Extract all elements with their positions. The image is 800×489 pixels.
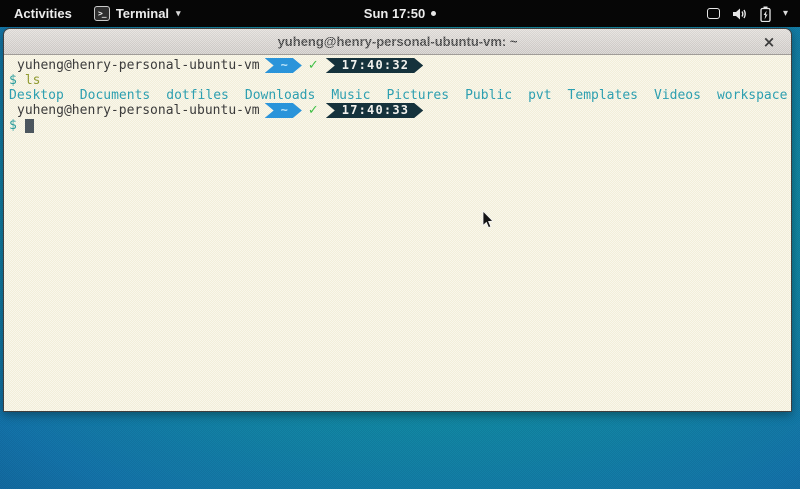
text-cursor <box>25 119 34 133</box>
clock-label: Sun 17:50 <box>364 6 425 21</box>
command-text: ls <box>25 73 41 88</box>
terminal-app-icon: >_ <box>94 6 110 21</box>
chevron-down-icon: ▾ <box>783 8 788 19</box>
prompt-symbol: $ <box>9 73 17 88</box>
command-line: $ ls <box>9 73 791 88</box>
powerline-time-segment: 17:40:32 <box>326 58 423 73</box>
prompt-symbol: $ <box>9 118 17 133</box>
directory-name: Downloads <box>245 88 315 103</box>
directory-name: dotfiles <box>166 88 229 103</box>
directory-name: workspace <box>717 88 787 103</box>
directory-name: Music <box>331 88 370 103</box>
ls-output-row: Desktop Documents dotfiles Downloads Mus… <box>9 88 791 103</box>
terminal-window: yuheng@henry-personal-ubuntu-vm: ~ × yuh… <box>3 28 792 412</box>
window-titlebar[interactable]: yuheng@henry-personal-ubuntu-vm: ~ × <box>4 29 791 55</box>
volume-icon <box>732 7 748 21</box>
directory-name: Documents <box>80 88 150 103</box>
powerline-time-segment: 17:40:33 <box>326 103 423 118</box>
battery-charging-icon <box>760 6 771 22</box>
app-menu-terminal[interactable]: >_ Terminal ▾ <box>86 0 189 27</box>
powerline-path-segment: ~ <box>265 103 302 118</box>
terminal-content[interactable]: yuheng@henry-personal-ubuntu-vm ~ ✓ 17:4… <box>4 55 791 412</box>
notification-dot-icon <box>431 11 436 16</box>
chevron-down-icon: ▾ <box>176 8 181 19</box>
directory-name: Videos <box>654 88 701 103</box>
system-status-area[interactable]: ▾ <box>707 0 800 27</box>
prompt-user-host: yuheng@henry-personal-ubuntu-vm <box>17 58 260 73</box>
prompt-line: yuheng@henry-personal-ubuntu-vm ~ ✓ 17:4… <box>9 103 791 118</box>
window-title: yuheng@henry-personal-ubuntu-vm: ~ <box>278 34 518 49</box>
prompt-user-host: yuheng@henry-personal-ubuntu-vm <box>17 103 260 118</box>
prompt-line: yuheng@henry-personal-ubuntu-vm ~ ✓ 17:4… <box>9 58 791 73</box>
directory-name: Pictures <box>386 88 449 103</box>
top-bar: Activities >_ Terminal ▾ Sun 17:50 ▾ <box>0 0 800 27</box>
directory-name: pvt <box>528 88 551 103</box>
check-icon: ✓ <box>308 58 319 73</box>
check-icon: ✓ <box>308 103 319 118</box>
screen-icon <box>707 8 720 19</box>
powerline-path-segment: ~ <box>265 58 302 73</box>
close-button[interactable]: × <box>759 29 779 55</box>
directory-name: Templates <box>568 88 638 103</box>
activities-button[interactable]: Activities <box>0 0 86 27</box>
directory-name: Public <box>465 88 512 103</box>
app-menu-label: Terminal <box>116 6 169 21</box>
input-line[interactable]: $ <box>9 118 791 133</box>
directory-name: Desktop <box>9 88 64 103</box>
